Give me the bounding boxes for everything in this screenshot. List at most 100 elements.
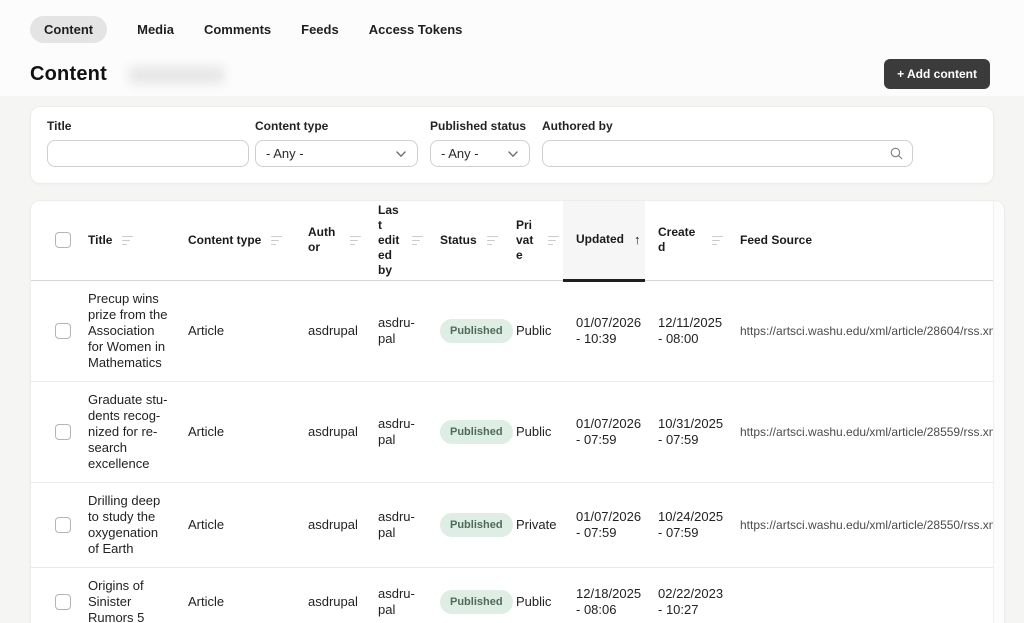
- column-header-status[interactable]: Status: [427, 201, 503, 280]
- sort-icon: [271, 236, 282, 246]
- column-header-title[interactable]: Title: [75, 201, 175, 280]
- top-header: Content Media Comments Feeds Access Tokens C…: [0, 0, 1024, 96]
- cell-feed-source: https://artsci.washu.edu/xml/article/285…: [727, 381, 995, 482]
- status-badge: Published: [440, 513, 513, 537]
- select-all-header: [31, 201, 75, 280]
- primary-tabs: Content Media Comments Feeds Access Tokens: [30, 16, 994, 43]
- cell-select: [31, 567, 75, 623]
- cell-status: Published: [427, 381, 503, 482]
- column-header-updated[interactable]: Updated ↑: [563, 201, 645, 280]
- cell-author: asdrupal: [295, 280, 365, 381]
- sort-icon: [350, 236, 361, 246]
- cell-title[interactable]: Origins of Sinister Rumors 5: [75, 567, 175, 623]
- authored-by-input[interactable]: [542, 140, 913, 167]
- column-label: Author: [308, 225, 340, 255]
- cell-content-type: Article: [175, 482, 295, 567]
- content-area: Title Content type - Any - Published sta…: [0, 96, 1024, 623]
- column-label: Status: [440, 233, 477, 248]
- content-type-select[interactable]: - Any -: [255, 140, 418, 167]
- column-label: Private: [516, 218, 538, 263]
- cell-status: Published: [427, 567, 503, 623]
- column-label: Updated: [576, 232, 624, 247]
- tab-access-tokens[interactable]: Access Tokens: [369, 22, 463, 37]
- cell-created: 10/24/2025 - 07:59: [645, 482, 727, 567]
- published-status-select[interactable]: - Any -: [430, 140, 530, 167]
- add-content-button[interactable]: + Add content: [884, 59, 990, 89]
- row-select-checkbox[interactable]: [55, 323, 71, 339]
- sort-icon: [712, 236, 723, 246]
- column-header-private[interactable]: Private: [503, 201, 563, 280]
- cell-last-edited-by: asdru- pal: [365, 567, 427, 623]
- title-row: Content + Add content: [30, 63, 994, 86]
- filter-bar: Title Content type - Any - Published sta…: [30, 106, 994, 184]
- filter-title-label: Title: [47, 119, 249, 133]
- cell-content-type: Article: [175, 280, 295, 381]
- cell-created: 10/31/2025 - 07:59: [645, 381, 727, 482]
- tab-media[interactable]: Media: [137, 22, 174, 37]
- cell-last-edited-by: asdru- pal: [365, 482, 427, 567]
- table-scrollbar[interactable]: [993, 201, 1004, 623]
- column-header-content-type[interactable]: Content type: [175, 201, 295, 280]
- filter-content-type-field: Content type - Any -: [255, 119, 424, 167]
- column-label: Last edited by: [378, 203, 402, 278]
- cell-updated: 01/07/2026 - 07:59: [563, 482, 645, 567]
- column-label: Feed Source: [740, 233, 812, 248]
- row-select-checkbox[interactable]: [55, 424, 71, 440]
- cell-feed-source: https://artsci.washu.edu/xml/article/286…: [727, 280, 995, 381]
- tab-content[interactable]: Content: [30, 16, 107, 43]
- cell-updated: 12/18/2025 - 08:06: [563, 567, 645, 623]
- cell-status: Published: [427, 280, 503, 381]
- sort-icon: [122, 236, 133, 246]
- cell-content-type: Article: [175, 381, 295, 482]
- column-header-author[interactable]: Author: [295, 201, 365, 280]
- cell-select: [31, 280, 75, 381]
- column-header-last-edited-by[interactable]: Last edited by: [365, 201, 427, 280]
- cell-updated: 01/07/2026 - 10:39: [563, 280, 645, 381]
- authored-by-search: [542, 140, 913, 167]
- column-label: Created: [658, 225, 702, 255]
- column-label: Content type: [188, 233, 261, 248]
- column-label: Title: [88, 233, 112, 248]
- status-badge: Published: [440, 319, 513, 343]
- column-header-created[interactable]: Created: [645, 201, 727, 280]
- content-table-card: Title Content type Author Last edited by Sta…: [30, 200, 1005, 623]
- cell-feed-source: [727, 567, 995, 623]
- cell-select: [31, 482, 75, 567]
- cell-author: asdrupal: [295, 381, 365, 482]
- cell-title[interactable]: Drilling deep to study the oxygenation o…: [75, 482, 175, 567]
- sort-icon: [412, 236, 423, 246]
- filter-authored-by-label: Authored by: [542, 119, 913, 133]
- row-select-checkbox[interactable]: [55, 517, 71, 533]
- cell-title[interactable]: Graduate stu- dents recog- nized for re-…: [75, 381, 175, 482]
- cell-title[interactable]: Precup wins prize from the Association f…: [75, 280, 175, 381]
- cell-created: 02/22/2023 - 10:27: [645, 567, 727, 623]
- select-all-checkbox[interactable]: [55, 232, 71, 248]
- table-row: Graduate stu- dents recog- nized for re-…: [31, 381, 995, 482]
- sort-icon: [548, 236, 559, 246]
- filter-title-field: Title: [47, 119, 249, 167]
- cell-created: 12/11/2025 - 08:00: [645, 280, 727, 381]
- cell-last-edited-by: asdru- pal: [365, 280, 427, 381]
- cell-author: asdrupal: [295, 567, 365, 623]
- tab-feeds[interactable]: Feeds: [301, 22, 339, 37]
- status-badge: Published: [440, 420, 513, 444]
- filter-content-type-label: Content type: [255, 119, 424, 133]
- sort-ascending-arrow-icon: ↑: [634, 232, 641, 247]
- filter-published-status-field: Published status - Any -: [430, 119, 536, 167]
- redacted-label: [129, 66, 224, 84]
- column-header-feed-source: Feed Source: [727, 201, 995, 280]
- cell-select: [31, 381, 75, 482]
- title-filter-input[interactable]: [47, 140, 249, 167]
- cell-status: Published: [427, 482, 503, 567]
- chevron-down-icon: [507, 148, 519, 160]
- cell-author: asdrupal: [295, 482, 365, 567]
- row-select-checkbox[interactable]: [55, 594, 71, 610]
- filter-published-status-label: Published status: [430, 119, 536, 133]
- tab-comments[interactable]: Comments: [204, 22, 271, 37]
- status-badge: Published: [440, 590, 513, 614]
- cell-last-edited-by: asdru- pal: [365, 381, 427, 482]
- table-row: Drilling deep to study the oxygenation o…: [31, 482, 995, 567]
- page-title: Content: [30, 63, 107, 86]
- search-icon: [889, 146, 904, 161]
- cell-content-type: Article: [175, 567, 295, 623]
